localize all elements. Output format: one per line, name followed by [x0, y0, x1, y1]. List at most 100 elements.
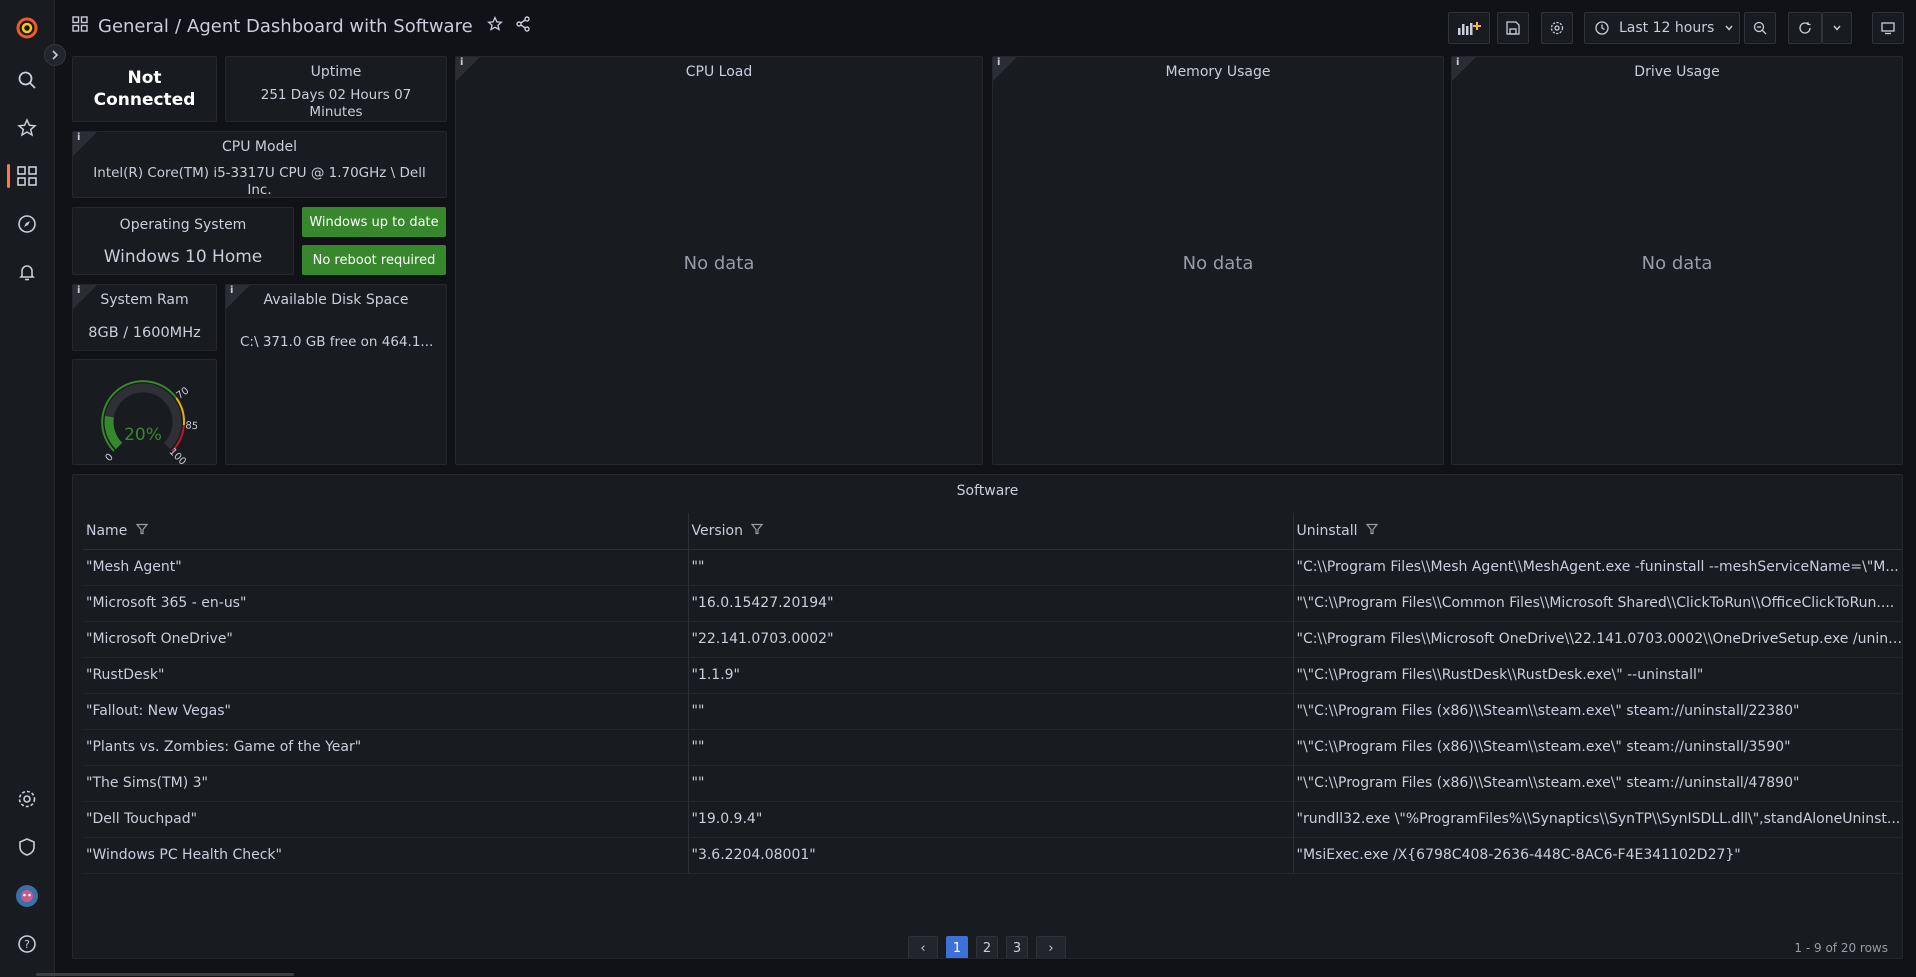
cell-name: "Mesh Agent" — [83, 549, 689, 586]
table-row: "The Sims(TM) 3" "" "\"C:\\Program Files (… — [83, 765, 1902, 802]
breadcrumb-folder[interactable]: General — [98, 16, 169, 37]
grafana-logo-icon[interactable] — [13, 14, 41, 42]
page-button-3[interactable]: 3 — [1006, 936, 1028, 958]
cell-uninstall: "C:\\Program Files\\Mesh Agent\\MeshAgen… — [1293, 549, 1902, 586]
dashboards-icon[interactable] — [13, 162, 41, 190]
user-avatar[interactable] — [13, 882, 41, 910]
save-dashboard-button[interactable] — [1497, 12, 1529, 44]
next-page-button[interactable]: › — [1036, 936, 1066, 958]
cell-name: "Fallout: New Vegas" — [83, 693, 689, 730]
ram-value: 8GB / 1600MHz — [88, 325, 201, 341]
filter-icon[interactable] — [1365, 523, 1379, 539]
cell-version: "" — [688, 729, 1294, 766]
breadcrumb: General / Agent Dashboard with Software — [72, 16, 531, 37]
prev-page-button[interactable]: ‹ — [908, 936, 938, 958]
cell-uninstall: "\"C:\\Program Files (x86)\\Steam\\steam… — [1293, 765, 1902, 802]
settings-gear-icon[interactable] — [13, 785, 41, 813]
system-ram-panel: i System Ram 8GB / 1600MHz — [72, 284, 217, 351]
uptime-panel: Uptime 251 Days 02 Hours 07 Minutes — [225, 56, 447, 122]
clock-icon — [1595, 21, 1609, 35]
cell-version: "3.6.2204.08001" — [688, 837, 1294, 874]
view-mode-button[interactable] — [1872, 12, 1904, 44]
cpu-gauge-panel: 20% 0 70 85 100 — [72, 359, 217, 468]
filter-icon[interactable] — [135, 523, 149, 539]
refresh-button[interactable] — [1788, 12, 1822, 44]
uptime-title: Uptime — [310, 64, 362, 80]
uptime-value: 251 Days 02 Hours 07 Minutes — [260, 87, 412, 120]
os-title: Operating System — [119, 217, 247, 233]
page-button-1[interactable]: 1 — [946, 936, 968, 958]
add-panel-button[interactable] — [1448, 12, 1490, 44]
cpu-model-panel: i CPU Model Intel(R) Core(TM) i5-3317U C… — [72, 131, 447, 198]
dashboard-grid-icon — [72, 16, 88, 37]
cell-uninstall: "\"C:\\Program Files (x86)\\Steam\\steam… — [1293, 693, 1902, 730]
cpu-model-value: Intel(R) Core(TM) i5-3317U CPU @ 1.70GHz… — [93, 165, 426, 198]
disk-title: Available Disk Space — [263, 292, 409, 308]
drive-title: Drive Usage — [1634, 64, 1720, 80]
software-title: Software — [956, 483, 1019, 499]
cell-version: "" — [688, 693, 1294, 730]
connection-status-panel: Not Connected — [72, 56, 217, 122]
memory-nodata: No data — [1182, 252, 1254, 274]
share-icon[interactable] — [515, 16, 531, 37]
refresh-interval-dropdown[interactable] — [1822, 12, 1852, 44]
cell-uninstall: "rundll32.exe \"%ProgramFiles%\\Synaptic… — [1293, 801, 1902, 838]
table-header-row: Name Version Uninstall — [83, 513, 1902, 550]
expand-sidebar-button[interactable] — [44, 44, 66, 66]
dashboard-toolbar: General / Agent Dashboard with Software … — [56, 0, 1916, 56]
active-nav-indicator — [7, 164, 10, 188]
cpu-model-title: CPU Model — [222, 139, 297, 155]
drive-usage-panel: i Drive Usage No data — [1451, 56, 1903, 465]
operating-system-panel: Operating System Windows 10 Home — [72, 207, 294, 275]
cell-name: "Microsoft 365 - en-us" — [83, 585, 689, 622]
os-value: Windows 10 Home — [103, 247, 263, 267]
table-row: "Mesh Agent" "" "C:\\Program Files\\Mesh A… — [83, 549, 1902, 586]
cell-name: "Windows PC Health Check" — [83, 837, 689, 874]
favorite-star-icon[interactable] — [486, 16, 503, 37]
row-count: 1 - 9 of 20 rows — [1794, 941, 1888, 955]
help-icon[interactable]: ? — [13, 930, 41, 958]
search-icon[interactable] — [13, 66, 41, 94]
breadcrumb-separator: / — [174, 16, 182, 37]
windows-update-status: Windows up to date — [302, 207, 446, 237]
filter-icon[interactable] — [751, 523, 764, 539]
table-row: "Plants vs. Zombies: Game of the Year" ""… — [83, 729, 1902, 766]
ram-title: System Ram — [100, 292, 189, 308]
gauge-tick-label: 85 — [185, 420, 199, 432]
shield-icon[interactable] — [13, 833, 41, 861]
time-range-picker[interactable]: Last 12 hours — [1584, 12, 1740, 44]
cell-name: "RustDesk" — [83, 657, 689, 694]
column-header-version[interactable]: Version — [688, 513, 1294, 550]
memory-title: Memory Usage — [1165, 64, 1271, 80]
time-range-label: Last 12 hours — [1619, 20, 1715, 36]
horizontal-scrollbar[interactable] — [36, 973, 294, 976]
side-nav: ? — [0, 0, 55, 977]
table-row: "Microsoft 365 - en-us" "16.0.15427.20194… — [83, 585, 1902, 622]
cell-version: "1.1.9" — [688, 657, 1294, 694]
connection-status-value: Not Connected — [93, 68, 196, 110]
table-row: "Microsoft OneDrive" "22.141.0703.0002" "C… — [83, 621, 1902, 658]
cell-uninstall: "C:\\Program Files\\Microsoft OneDrive\\… — [1293, 621, 1902, 658]
cpu-load-panel: i CPU Load No data — [455, 56, 983, 465]
alerting-bell-icon[interactable] — [13, 258, 41, 286]
cell-version: "" — [688, 549, 1294, 586]
pagination: ‹ 1 2 3 › — [908, 936, 1066, 958]
dashboard-settings-button[interactable] — [1541, 12, 1573, 44]
zoom-out-button[interactable] — [1744, 12, 1776, 44]
disk-space-panel: i Available Disk Space C:\ 371.0 GB free… — [225, 284, 447, 465]
table-row: "Windows PC Health Check" "3.6.2204.08001… — [83, 837, 1902, 874]
column-header-name[interactable]: Name — [83, 513, 689, 550]
gauge-value: 20% — [124, 425, 162, 445]
chevron-down-icon — [1724, 23, 1734, 33]
table-row: "RustDesk" "1.1.9" "\"C:\\Program Files\\R… — [83, 657, 1902, 694]
explore-compass-icon[interactable] — [13, 210, 41, 238]
column-header-uninstall[interactable]: Uninstall — [1293, 513, 1902, 550]
cell-version: "22.141.0703.0002" — [688, 621, 1294, 658]
software-table: Name Version Uninstall "Mesh Agent" "" "C:… — [83, 513, 1902, 874]
dashboard-title[interactable]: Agent Dashboard with Software — [187, 16, 473, 37]
cell-version: "" — [688, 765, 1294, 802]
software-panel: Software Name Version Uninstall "Mesh Ag… — [72, 474, 1903, 959]
star-icon[interactable] — [13, 114, 41, 142]
page-button-2[interactable]: 2 — [976, 936, 998, 958]
drive-nodata: No data — [1641, 252, 1713, 274]
